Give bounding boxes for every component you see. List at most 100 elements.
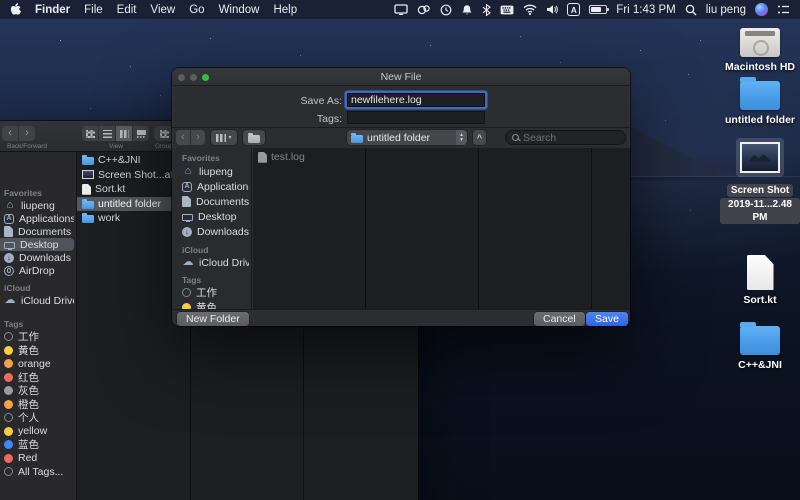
sidebar-item-liupeng[interactable]: ⌂liupeng — [176, 164, 249, 179]
menu-window[interactable]: Window — [219, 4, 260, 16]
volume-icon[interactable] — [546, 3, 558, 17]
file-row-test-log[interactable]: test.log — [253, 150, 366, 165]
view-label: View — [82, 143, 150, 150]
new-folder-toolbar-button[interactable] — [243, 130, 265, 145]
menu-file[interactable]: File — [84, 4, 103, 16]
notification-center-icon[interactable] — [777, 3, 790, 17]
file-name: Sort.kt — [95, 183, 125, 195]
sidebar-item-downloads[interactable]: ↓Downloads — [0, 251, 74, 264]
all-tags-icon — [4, 467, 13, 476]
folder-icon — [740, 326, 780, 355]
menu-finder[interactable]: Finder — [35, 4, 70, 16]
menu-clock[interactable]: Fri 1:43 PM — [616, 4, 675, 16]
desktop-icon-label: Macintosh HD — [725, 61, 795, 73]
favorites-header: Favorites — [4, 188, 42, 198]
downloads-icon: ↓ — [4, 253, 14, 263]
hard-drive-icon — [740, 28, 780, 57]
list-view-button[interactable] — [99, 126, 115, 141]
sidebar-tag[interactable]: 橙色 — [0, 398, 74, 411]
applications-icon: A — [4, 214, 14, 224]
sidebar-tag[interactable]: 工作 — [0, 330, 74, 343]
sidebar-item-applications[interactable]: AApplications — [0, 212, 74, 225]
save-button[interactable]: Save — [586, 312, 628, 326]
app-circles-icon[interactable] — [417, 3, 431, 17]
new-folder-button[interactable]: New Folder — [177, 312, 249, 326]
minimize-button[interactable] — [190, 74, 197, 81]
spotlight-icon[interactable] — [685, 3, 697, 17]
sidebar-tag[interactable]: yellow — [0, 425, 74, 438]
search-input[interactable] — [523, 132, 613, 144]
desktop-icon-screen-shot[interactable]: Screen Shot 2019-11...2.48 PM — [720, 138, 800, 224]
menu-go[interactable]: Go — [189, 4, 204, 16]
sidebar-tag[interactable]: 个人 — [0, 411, 74, 424]
desktop-icon-column: Macintosh HD untitled folder Screen Shot… — [720, 19, 800, 479]
tag-label: orange — [18, 358, 51, 370]
back-button[interactable]: ‹ — [176, 130, 190, 145]
tags-input[interactable] — [347, 111, 485, 124]
icon-view-button[interactable] — [82, 126, 98, 141]
siri-icon[interactable] — [755, 3, 768, 16]
menu-help[interactable]: Help — [273, 4, 297, 16]
sidebar-item-airdrop[interactable]: AirDrop — [0, 264, 74, 277]
sidebar-item-all-tags[interactable]: All Tags... — [0, 465, 74, 478]
location-popup[interactable]: untitled folder ▴▾ — [347, 130, 467, 145]
sidebar-tag[interactable]: 黄色 — [0, 344, 74, 357]
display-icon[interactable] — [394, 3, 408, 17]
column-divider[interactable] — [591, 148, 592, 309]
save-as-input[interactable] — [347, 93, 485, 107]
sidebar-tag[interactable]: Red — [0, 452, 74, 465]
sidebar-item-liupeng[interactable]: ⌂liupeng — [0, 199, 74, 212]
group-button[interactable] — [154, 126, 174, 141]
sidebar-item-documents[interactable]: Documents — [176, 194, 249, 209]
tag-label: 黄色 — [18, 344, 39, 357]
gallery-view-button[interactable] — [133, 126, 149, 141]
column-divider[interactable] — [365, 148, 366, 309]
forward-button[interactable]: › — [191, 130, 205, 145]
sidebar-tag[interactable]: 工作 — [176, 285, 249, 300]
close-button[interactable] — [178, 74, 185, 81]
sidebar-item-documents[interactable]: Documents — [0, 225, 74, 238]
menu-edit[interactable]: Edit — [117, 4, 137, 16]
sidebar-tag[interactable]: 红色 — [0, 371, 74, 384]
time-machine-icon[interactable] — [440, 3, 452, 17]
file-name: work — [98, 212, 120, 224]
sidebar-item-label: Documents — [18, 226, 71, 238]
menu-view[interactable]: View — [151, 4, 176, 16]
zoom-button[interactable] — [202, 74, 209, 81]
desktop-icon-untitled-folder[interactable]: untitled folder — [720, 76, 800, 126]
view-segmented-control — [82, 126, 149, 141]
expand-button[interactable]: ^ — [473, 130, 486, 145]
forward-button[interactable]: › — [19, 126, 35, 141]
sidebar-item-icloud-drive[interactable]: ☁iCloud Drive — [0, 294, 74, 307]
user-menu[interactable]: liu peng — [706, 4, 746, 16]
keyboard-icon[interactable] — [500, 3, 514, 17]
input-source-icon[interactable]: A — [567, 3, 580, 16]
view-mode-button[interactable]: ▾ — [211, 130, 237, 145]
tag-label: yellow — [18, 425, 47, 437]
sidebar-item-applications[interactable]: AApplications — [176, 179, 249, 194]
desktop-icon-macintosh-hd[interactable]: Macintosh HD — [720, 28, 800, 73]
sidebar-item-downloads[interactable]: ↓Downloads — [176, 224, 249, 239]
wifi-icon[interactable] — [523, 3, 537, 17]
column-view-button[interactable] — [116, 126, 132, 141]
sidebar-tag[interactable]: orange — [0, 357, 74, 370]
column-divider[interactable] — [478, 148, 479, 309]
battery-icon[interactable] — [589, 5, 607, 14]
desktop-icon-cpp-jni[interactable]: C++&JNI — [720, 321, 800, 371]
sidebar-tag[interactable]: 灰色 — [0, 384, 74, 397]
sidebar-item-desktop[interactable]: Desktop — [176, 209, 249, 224]
apple-menu-icon[interactable] — [10, 3, 21, 17]
dialog-title-bar[interactable]: New File — [172, 68, 630, 86]
folder-icon — [248, 135, 260, 143]
desktop-icon-sort-kt[interactable]: Sort.kt — [720, 255, 800, 306]
bluetooth-icon[interactable] — [482, 3, 491, 17]
bell-icon[interactable] — [461, 3, 473, 17]
back-button[interactable]: ‹ — [2, 126, 18, 141]
desktop-icon-glyph — [4, 242, 15, 249]
cancel-button[interactable]: Cancel — [534, 312, 585, 326]
search-field[interactable] — [505, 130, 626, 145]
sidebar-tag[interactable]: 蓝色 — [0, 438, 74, 451]
sidebar-item-desktop[interactable]: Desktop — [0, 238, 74, 251]
sidebar-item-icloud-drive[interactable]: ☁iCloud Drive — [176, 255, 249, 270]
sidebar-item-label: iCloud Drive — [21, 295, 74, 307]
